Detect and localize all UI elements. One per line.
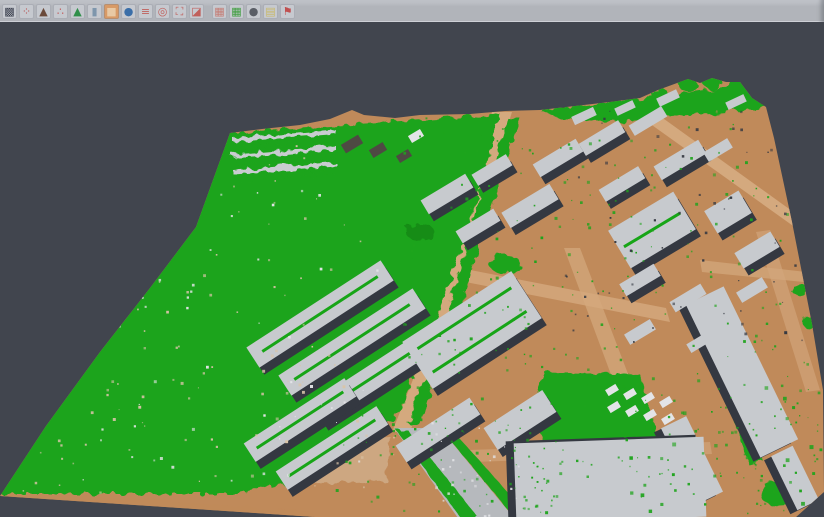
sphere-dark-icon[interactable]: ● [246,4,261,19]
toolbar-icon-strip: ▩⁘▲∴▲▮■●≡◎⛶◪▦▦●▤⚑ [0,4,295,19]
extent-red-icon[interactable]: ⛶ [172,4,187,19]
globe-blue-icon[interactable]: ● [121,4,136,19]
classification-map-icon[interactable]: ▦ [229,4,244,19]
points-red-icon[interactable]: ∴ [53,4,68,19]
column-blue-icon[interactable]: ▮ [87,4,102,19]
flag-red-icon[interactable]: ⚑ [280,4,295,19]
ortho-orange-icon[interactable]: ■ [104,4,119,19]
mesh-green-icon[interactable]: ▲ [70,4,85,19]
terrain-scene-canvas[interactable] [0,22,824,517]
target-red-icon[interactable]: ◎ [155,4,170,19]
toolbar: ▩⁘▲∴▲▮■●≡◎⛶◪▦▦●▤⚑ [0,0,824,22]
terrain-mesh [0,62,824,517]
mesh-brown-icon[interactable]: ▲ [36,4,51,19]
profile-red-icon[interactable]: ≡ [138,4,153,19]
grid-red-icon[interactable]: ▦ [212,4,227,19]
texture-dark-icon[interactable]: ▩ [2,4,17,19]
3d-viewport[interactable] [0,22,824,517]
section-red-icon[interactable]: ◪ [189,4,204,19]
align-points-icon[interactable]: ⁘ [19,4,34,19]
map-yellow-icon[interactable]: ▤ [263,4,278,19]
